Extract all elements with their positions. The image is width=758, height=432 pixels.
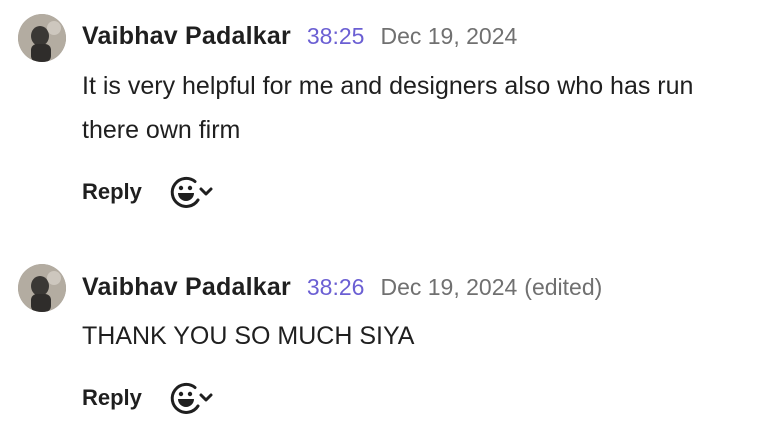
add-reaction-icon — [170, 176, 213, 208]
comment-text: THANK YOU SO MUCH SIYA — [82, 322, 415, 350]
comment-header: Vaibhav Padalkar 38:25 Dec 19, 2024 — [82, 22, 517, 52]
add-reaction-button[interactable] — [168, 378, 216, 418]
avatar[interactable] — [18, 14, 66, 62]
video-timestamp-link[interactable]: 38:26 — [307, 274, 365, 301]
author-name[interactable]: Vaibhav Padalkar — [82, 273, 291, 302]
comment-text: It is very helpful for me and designers … — [82, 72, 694, 144]
reply-button[interactable]: Reply — [82, 179, 142, 205]
comment-header: Vaibhav Padalkar 38:26 Dec 19, 2024 (edi… — [82, 273, 602, 303]
reply-button[interactable]: Reply — [82, 385, 142, 411]
avatar[interactable] — [18, 264, 66, 312]
add-reaction-icon — [170, 382, 213, 414]
comment-date: Dec 19, 2024 — [380, 23, 518, 49]
avatar-photo-icon — [18, 14, 66, 62]
avatar-photo-icon — [18, 264, 66, 312]
add-reaction-button[interactable] — [168, 172, 216, 212]
video-timestamp-link[interactable]: 38:25 — [307, 23, 365, 50]
edited-label: (edited) — [524, 274, 603, 300]
comment-date: Dec 19, 2024 — [380, 274, 518, 300]
comment-actions: Reply — [82, 172, 216, 212]
comment-actions: Reply — [82, 378, 216, 418]
author-name[interactable]: Vaibhav Padalkar — [82, 22, 291, 51]
